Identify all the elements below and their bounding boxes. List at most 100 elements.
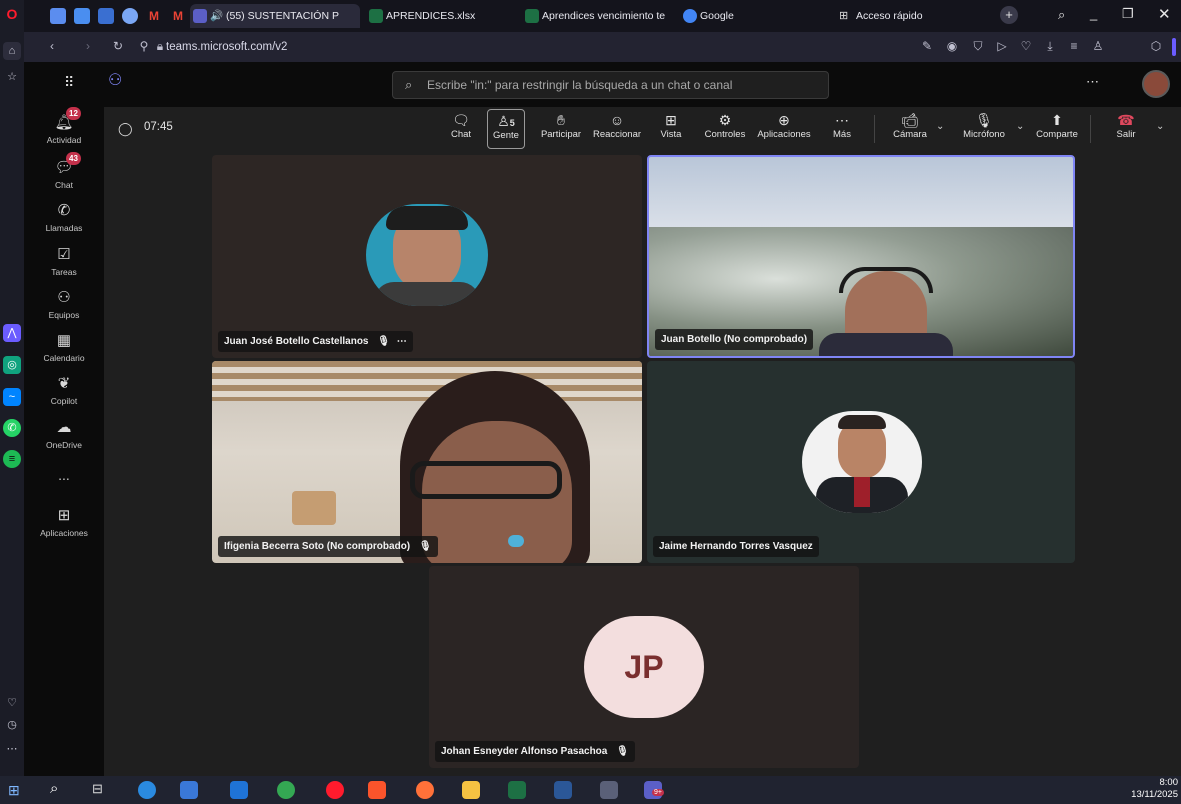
more-button[interactable]: ⋯ Más (828, 111, 856, 140)
search-icon[interactable]: ⌕ (50, 780, 58, 797)
avatar[interactable] (1142, 70, 1170, 98)
rail-item-actividad[interactable]: 🔔︎ 12 Actividad (24, 107, 104, 145)
menu-icon[interactable]: ≡ (1066, 38, 1082, 54)
camera-chevron-icon[interactable]: ⌄ (936, 121, 944, 132)
close-window-button[interactable]: ✕ (1158, 5, 1171, 23)
messenger-icon[interactable]: ~ (3, 388, 21, 406)
whatsapp-icon[interactable]: ✆ (3, 419, 21, 437)
restore-button[interactable]: ❐ (1122, 6, 1134, 22)
chatgpt-icon[interactable]: ◎ (3, 356, 21, 374)
new-tab-button[interactable]: + (1000, 6, 1018, 24)
firefox-icon[interactable] (416, 781, 434, 799)
tile-more-icon[interactable]: ⋯ (397, 336, 407, 347)
google-favicon-icon (683, 9, 697, 23)
participant-name-tag: Jaime Hernando Torres Vasquez (653, 536, 819, 557)
controls-button[interactable]: ⚙︎ Controles (700, 111, 750, 140)
excel-icon[interactable] (508, 781, 526, 799)
rail-item-copilot[interactable]: ❦ Copilot (24, 375, 104, 406)
view-button[interactable]: ⊞ Vista (656, 111, 686, 140)
tab-aprendices-vencimiento[interactable]: Aprendices vencimiento te (522, 4, 674, 28)
rail-label: Calendario (43, 353, 85, 363)
quick-access-tab[interactable]: ⊞ Acceso rápido (836, 4, 956, 28)
rail-item-chat[interactable]: 💬︎ 43 Chat (24, 152, 104, 190)
chat-icon: 🗨︎ (452, 112, 470, 128)
emoji-icon: ☺ (609, 112, 625, 128)
react-button[interactable]: ☺ Reaccionar (590, 111, 644, 140)
search-input[interactable]: ⌕ Escribe "in:" para restringir la búsqu… (392, 71, 829, 99)
rail-item-llamadas[interactable]: ✆ Llamadas (24, 202, 104, 233)
camera-button[interactable]: 📹︎ Cámara (888, 111, 932, 140)
participant-tile[interactable]: Jaime Hernando Torres Vasquez (647, 361, 1075, 563)
profile-icon[interactable]: ♙ (1090, 38, 1106, 54)
tab-aprendices-xlsx[interactable]: APRENDICES.xlsx (366, 4, 516, 28)
workspace-icon[interactable] (50, 8, 66, 24)
back-icon[interactable]: ‹ (44, 38, 60, 54)
teams-taskbar-icon[interactable]: 9+ (644, 781, 664, 799)
rail-item-onedrive[interactable]: ☁︎ OneDrive (24, 419, 104, 450)
rail-item-calendario[interactable]: ▦ Calendario (24, 332, 104, 363)
task-view-icon[interactable]: ⊟ (92, 781, 103, 797)
rail-item-equipos[interactable]: ⚇ Equipos (24, 289, 104, 320)
spotify-icon[interactable]: ≡ (3, 450, 21, 468)
minimize-button[interactable]: _ (1090, 6, 1097, 21)
download-icon[interactable]: ⤓ (1042, 38, 1058, 54)
history-icon[interactable]: ◷ (3, 716, 21, 734)
url-field[interactable]: teams.microsoft.com/v2 (144, 36, 964, 58)
opera-logo-icon[interactable]: O (3, 5, 21, 23)
search-tabs-icon[interactable]: ⌕ (1058, 7, 1065, 23)
chrome-icon[interactable] (277, 781, 295, 799)
participant-name: Juan Botello (No comprobado) (661, 334, 808, 345)
participant-tile-active[interactable]: Juan Botello (No comprobado) (647, 155, 1075, 358)
rail-label: Tareas (51, 267, 77, 277)
star-icon[interactable]: ☆ (3, 68, 21, 86)
clock[interactable]: 8:00 13/11/2025 (1118, 777, 1178, 801)
leave-chevron-icon[interactable]: ⌄ (1156, 121, 1164, 132)
forward-icon[interactable]: › (80, 38, 96, 54)
participant-tile[interactable]: JP Johan Esneyder Alfonso Pasachoa 🎙︎ (429, 566, 859, 768)
drive-icon[interactable] (74, 8, 90, 24)
more-icon[interactable]: ⋯ (3, 740, 21, 758)
store-icon[interactable] (180, 781, 198, 799)
extension-icon[interactable]: ⬡ (1148, 38, 1164, 54)
participant-tile[interactable]: Ifigenia Becerra Soto (No comprobado) 🎙︎ (212, 361, 642, 563)
participant-tile[interactable]: Juan José Botello Castellanos 🎙︎ ⋯ (212, 155, 642, 358)
camera-snap-icon[interactable]: ◉ (944, 38, 960, 54)
shield-icon[interactable]: ⛉ (970, 38, 986, 54)
glasses-shape (410, 461, 562, 499)
rail-item-aplicaciones[interactable]: ⊞ Aplicaciones (24, 507, 104, 538)
edit-icon[interactable]: ✎ (919, 38, 935, 54)
settings-more-icon[interactable]: ⋯ (1086, 74, 1099, 90)
aria-icon[interactable]: ⋀ (3, 324, 21, 342)
send-icon[interactable]: ▷ (994, 38, 1010, 54)
gmail-icon[interactable]: M (146, 8, 162, 24)
heart-icon[interactable]: ♡ (1018, 38, 1034, 54)
share-button[interactable]: ⬆︎ Comparte (1032, 111, 1082, 140)
apps-button[interactable]: ⊕ Aplicaciones (754, 111, 814, 140)
heart-icon[interactable]: ♡ (3, 694, 21, 712)
outlook-icon[interactable] (230, 781, 248, 799)
brave-icon[interactable] (368, 781, 386, 799)
calculator-icon[interactable] (600, 781, 618, 799)
tab-strip: M M 🔊 (55) SUSTENTACIÓN P APRENDICES.xls… (24, 0, 1181, 32)
opera-icon[interactable] (326, 781, 344, 799)
people-button[interactable]: ♙5 Gente (487, 109, 525, 149)
app-launcher-icon[interactable]: ⠿ (64, 74, 74, 91)
gmail-icon-2[interactable]: M (170, 8, 186, 24)
leave-button[interactable]: ☎︎ Salir (1108, 111, 1144, 140)
cloud-app-icon[interactable] (122, 8, 138, 24)
windows-start-icon[interactable]: ⊞ (8, 782, 20, 799)
word-icon[interactable] (554, 781, 572, 799)
file-explorer-icon[interactable] (462, 781, 480, 799)
rail-more[interactable]: ... (24, 467, 104, 483)
tab-google[interactable]: Google (680, 4, 830, 28)
home-icon[interactable]: ⌂ (3, 42, 21, 60)
chat-button[interactable]: 🗨︎ Chat (446, 111, 476, 140)
edge-icon[interactable] (138, 781, 156, 799)
tab-sustentacion[interactable]: 🔊 (55) SUSTENTACIÓN P (190, 4, 360, 28)
calendar-app-icon[interactable] (98, 8, 114, 24)
mic-button[interactable]: 🎙︎ Micrófono (956, 111, 1012, 140)
mic-chevron-icon[interactable]: ⌄ (1016, 121, 1024, 132)
reload-icon[interactable]: ↻ (110, 38, 126, 54)
rail-item-tareas[interactable]: ☑ Tareas (24, 246, 104, 277)
raise-hand-button[interactable]: ✋︎ Participar (536, 111, 586, 140)
